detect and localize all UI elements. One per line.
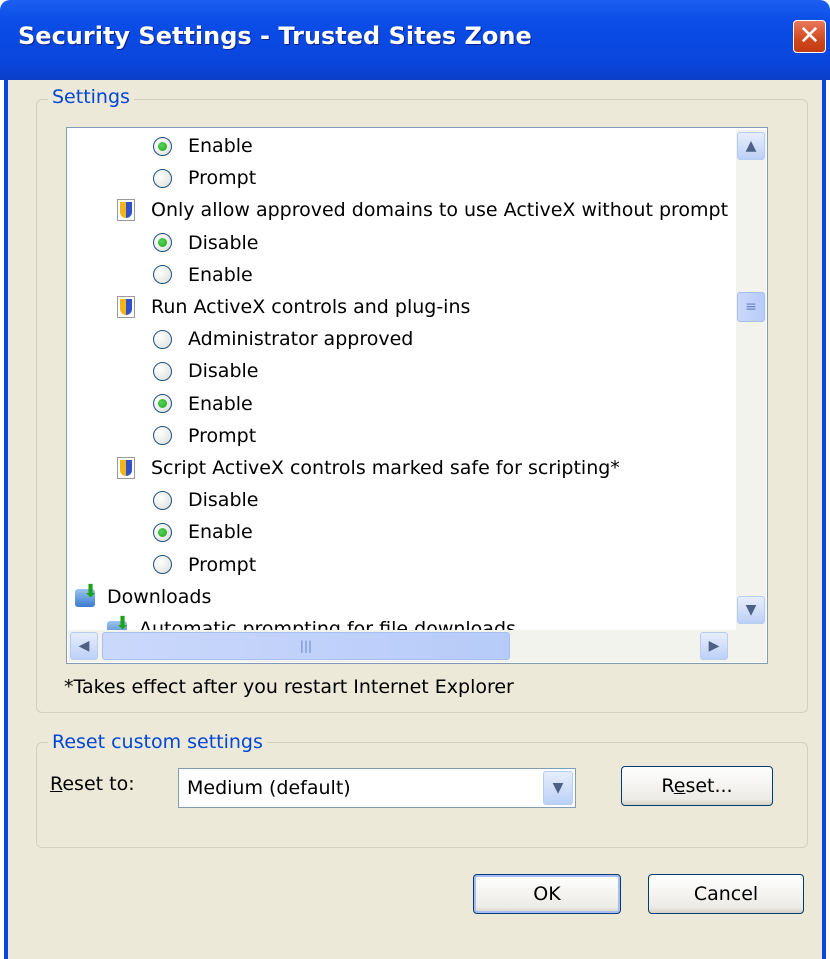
setting-item[interactable]: Script ActiveX controls marked safe for … [117,452,620,484]
radio-option[interactable]: Disable [153,355,258,387]
row-label: Enable [188,521,253,544]
settings-tree[interactable]: Enable Prompt Only allow approved domains … [66,127,768,664]
shield-icon [117,199,135,222]
reset-to-label: Reset to: [50,773,135,795]
reset-level-value: Medium (default) [187,777,351,799]
scroll-right-button[interactable]: ▶ [700,632,728,660]
radio-button-icon[interactable] [153,168,172,188]
scroll-up-button[interactable]: ▲ [737,132,765,160]
reset-legend: Reset custom settings [48,731,267,753]
reset-button-mnemonic: e [673,775,686,797]
restart-note: *Takes effect after you restart Internet… [64,676,514,698]
radio-button-icon[interactable] [153,394,172,414]
cancel-button[interactable]: Cancel [648,874,804,914]
scroll-left-button[interactable]: ◀ [70,632,98,660]
download-icon [75,581,101,609]
row-label: Enable [188,135,253,157]
row-label: Prompt [188,424,257,447]
row-label: Enable [188,263,253,286]
scroll-down-button[interactable]: ▼ [737,596,765,624]
radio-button-icon[interactable] [153,361,172,381]
radio-option[interactable]: Prompt [153,420,256,452]
reset-button-rest: set... [685,775,733,797]
window-title: Security Settings - Trusted Sites Zone [18,22,532,50]
row-label: Prompt [188,167,257,190]
horizontal-scroll-thumb[interactable]: ||| [102,632,510,660]
dropdown-button[interactable]: ▼ [543,771,573,805]
row-label: Disable [188,231,259,254]
row-label: Only allow approved domains to use Activ… [151,199,729,222]
radio-option[interactable]: Enable [153,388,253,420]
radio-option[interactable]: Disable [153,227,258,259]
reset-level-dropdown[interactable]: Medium (default) ▼ [178,768,576,808]
shield-icon [117,296,135,318]
radio-button-icon[interactable] [153,265,172,285]
vertical-scrollbar[interactable]: ▲ ≡ ▼ [736,130,766,630]
reset-button[interactable]: Reset... [621,766,773,806]
horizontal-scrollbar[interactable]: ◀ ||| ▶ [68,630,766,662]
chevron-right-icon: ▶ [708,638,720,654]
ok-button[interactable]: OK [473,874,621,914]
reset-to-label-text: eset to: [62,773,135,795]
row-label: Enable [188,392,253,415]
reset-button-prefix: R [661,775,674,797]
chevron-down-icon: ▼ [552,780,564,796]
row-label: Administrator approved [188,328,414,351]
row-label: Script ActiveX controls marked safe for … [151,457,620,479]
settings-legend: Settings [48,86,134,108]
reset-to-mnemonic: R [50,773,63,795]
vertical-scroll-thumb[interactable]: ≡ [737,292,765,322]
title-bar[interactable]: Security Settings - Trusted Sites Zone ✕ [0,0,830,80]
radio-option[interactable]: Disable [153,484,258,516]
category-item[interactable]: Downloads [75,581,211,613]
grip-icon: ≡ [745,299,757,315]
security-settings-dialog: Security Settings - Trusted Sites Zone ✕… [0,0,830,959]
radio-button-icon[interactable] [153,426,172,446]
row-label: Disable [188,360,259,383]
close-button[interactable]: ✕ [793,20,826,53]
radio-option[interactable]: Enable [153,259,253,291]
shield-icon [117,457,135,479]
radio-button-icon[interactable] [153,522,172,542]
chevron-down-icon: ▼ [745,602,757,618]
radio-button-icon[interactable] [153,555,172,575]
radio-button-icon[interactable] [153,136,172,156]
row-label: Run ActiveX controls and plug-ins [151,296,471,318]
row-label: Disable [188,489,259,512]
row-label: Prompt [188,553,257,576]
radio-button-icon[interactable] [153,233,172,253]
setting-item[interactable]: Only allow approved domains to use Activ… [117,194,728,226]
radio-option[interactable]: Administrator approved [153,323,413,355]
radio-button-icon[interactable] [153,329,172,349]
grip-icon: ||| [299,639,313,653]
row-label: Downloads [107,585,212,608]
chevron-left-icon: ◀ [78,638,90,654]
radio-option[interactable]: Prompt [153,162,256,194]
radio-button-icon[interactable] [153,490,172,510]
radio-option[interactable]: Enable [153,130,253,162]
radio-option[interactable]: Prompt [153,549,256,581]
radio-option[interactable]: Enable [153,516,253,548]
chevron-up-icon: ▲ [745,138,757,154]
setting-item[interactable]: Run ActiveX controls and plug-ins [117,291,470,323]
